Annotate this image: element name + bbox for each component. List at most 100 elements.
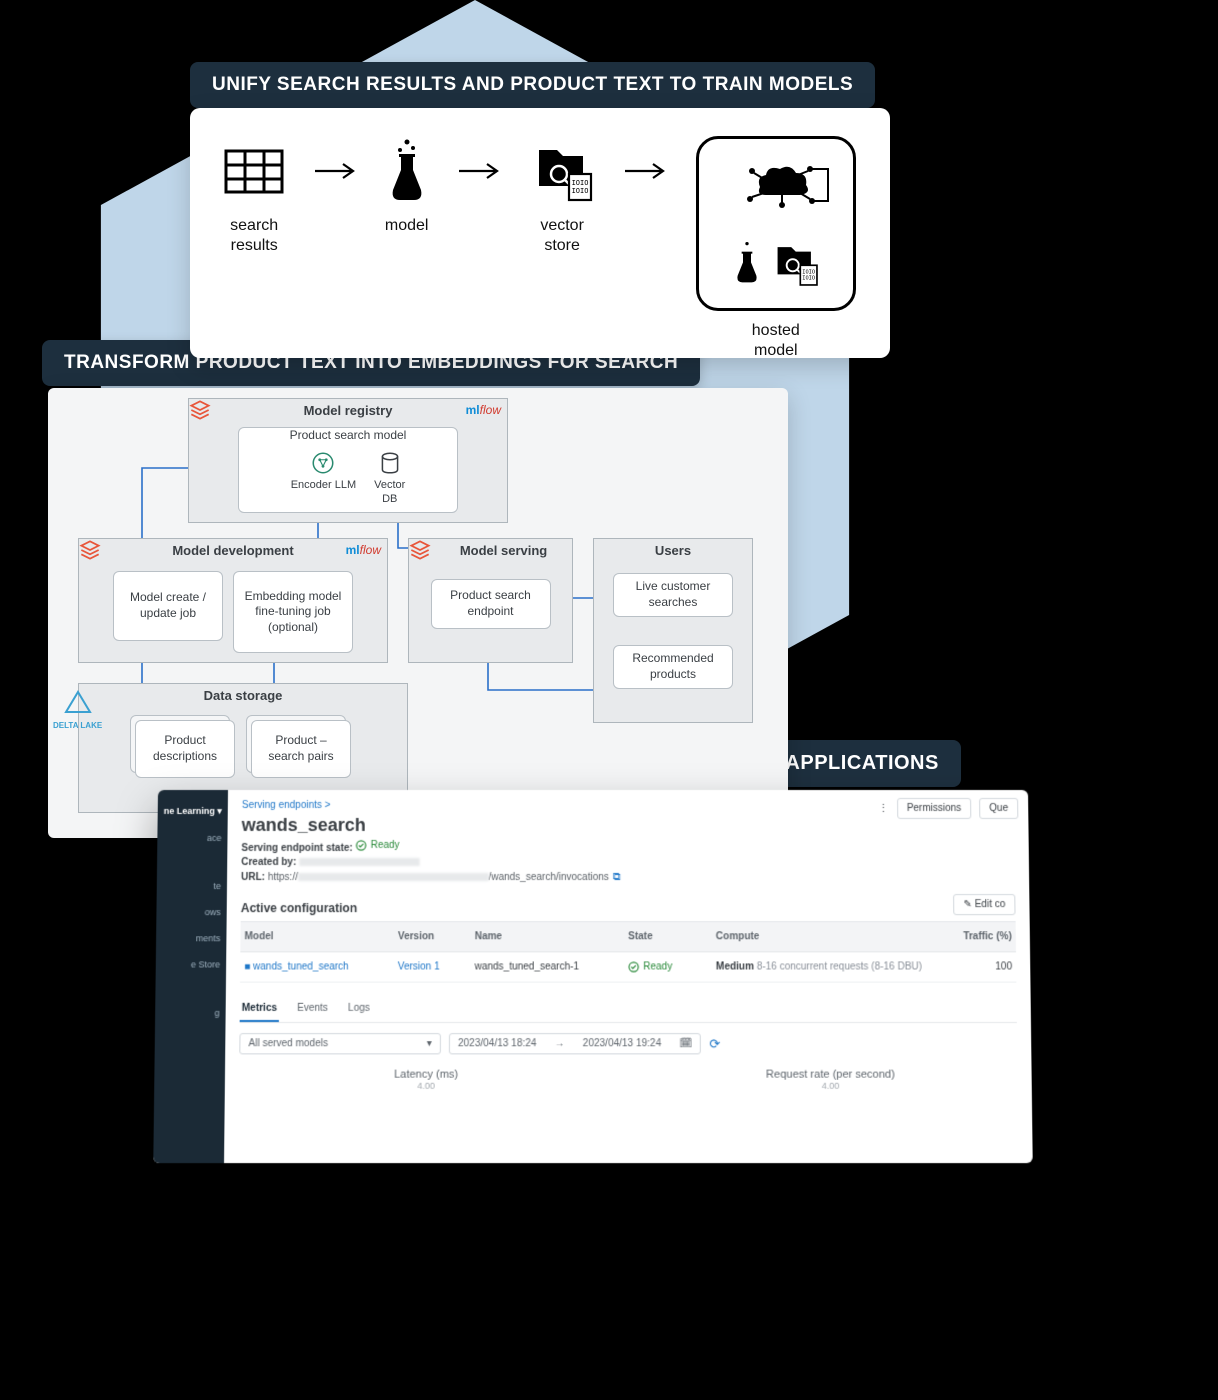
node-search-pairs: Product – search pairs [251,720,351,778]
chart-value: 4.00 [643,1081,1017,1091]
databricks-icon [77,537,103,563]
database-icon [377,450,403,476]
pipeline-vector-store: IOIOIOIO vector store [529,136,595,256]
sidebar-item[interactable]: te [157,873,227,899]
url-label: URL: [241,872,265,883]
serving-dashboard-panel: ne Learning ▾ ace te ows ments e Store g… [153,790,1032,1163]
pipeline-label: hosted model [752,321,800,361]
dashboard-main: ⋮ Permissions Que Serving endpoints > wa… [224,790,1033,1163]
dashboard-sidebar[interactable]: ne Learning ▾ ace te ows ments e Store g [153,790,228,1163]
architecture-panel: Model registry mlflow Product search mod… [48,388,788,838]
pipeline-model: model [385,136,429,236]
url-prefix: https:// [268,872,298,883]
delta-lake-label: DELTA LAKE [53,721,102,730]
node-product-search-endpoint: Product search endpoint [431,579,551,629]
tab-metrics[interactable]: Metrics [240,997,280,1022]
pipeline-panel: search results model IOIOIOIO vector sto… [190,108,890,358]
arrow-icon [313,136,357,206]
state-ready-pill: Ready [355,840,399,851]
compute-size: Medium [716,961,754,972]
section-title: Model serving [460,543,547,558]
model-link[interactable]: wands_tuned_search [253,961,349,972]
kebab-menu-icon[interactable]: ⋮ [878,802,889,815]
svg-text:IOIO: IOIO [802,270,815,276]
row-state-ready: Ready [628,961,716,972]
node-model-create-job: Model create / update job [113,571,223,641]
mlflow-tag: mlflow [346,543,381,557]
sidebar-item[interactable]: ments [156,925,227,951]
created-by-label: Created by: [241,857,296,868]
query-button[interactable]: Que [979,798,1018,819]
node-finetune-job: Embedding model fine-tuning job (optiona… [233,571,353,653]
tab-logs[interactable]: Logs [346,997,372,1022]
row-bullet: ■ [244,961,253,972]
svg-text:IOIO: IOIO [572,179,589,187]
encoder-llm-label: Encoder LLM [291,478,356,492]
section-title: Users [655,543,691,558]
section-model-registry: Model registry mlflow Product search mod… [188,398,508,523]
databricks-icon [187,397,213,423]
section-model-development: Model development mlflow Model create / … [78,538,388,663]
arrow-icon [623,136,667,206]
section-title: Data storage [204,688,283,703]
sidebar-item[interactable]: ows [156,899,227,925]
sidebar-item[interactable]: ace [157,825,227,851]
pipeline-hosted-model: IOIOIOIO hosted model [696,136,856,361]
cloud-network-icon [716,159,836,215]
brain-icon [310,450,336,476]
hosted-model-container: IOIOIOIO [696,136,856,311]
svg-text:IOIO: IOIO [802,276,815,282]
section-users: Users Live customer searches Recommended… [593,538,753,723]
sidebar-item[interactable]: g [155,1000,226,1026]
grid-icon [224,136,284,206]
served-models-select[interactable]: All served models▾ [239,1033,441,1054]
active-config-header: Active configuration [241,901,358,915]
chart-title: Latency (ms) [239,1069,613,1081]
arrow-icon [457,136,501,206]
chart-title: Request rate (per second) [643,1069,1017,1081]
time-range-picker[interactable]: 2023/04/13 18:24 → 2023/04/13 19:24 🗓 [449,1033,701,1054]
config-table-row[interactable]: ■ wands_tuned_search Version 1 wands_tun… [240,952,1016,982]
pipeline-label: model [385,216,429,236]
latency-chart: Latency (ms) 4.00 [239,1069,613,1091]
edit-config-button[interactable]: ✎ Edit co [953,894,1015,915]
section-title: Model registry [304,403,393,418]
config-table-header: ModelVersionNameStateComputeTraffic (%) [240,921,1016,952]
databricks-icon [407,537,433,563]
tab-events[interactable]: Events [295,997,330,1022]
banner-unify: UNIFY SEARCH RESULTS AND PRODUCT TEXT TO… [190,62,875,108]
compute-detail: 8-16 concurrent requests (8-16 DBU) [757,961,922,972]
state-label: Serving endpoint state: [241,843,352,854]
vector-db-label: Vector DB [374,478,405,507]
pipeline-search-results: search results [224,136,284,256]
created-by-redacted [299,858,419,866]
url-suffix: /wands_search/invocations [488,872,608,883]
node-live-searches: Live customer searches [613,573,733,617]
version-link[interactable]: Version 1 [398,961,475,972]
flask-icon [386,136,428,206]
metrics-tabs: Metrics Events Logs [240,997,1017,1023]
pipeline-label: vector store [540,216,584,256]
section-model-serving: Model serving Product search endpoint [408,538,573,663]
url-redacted [298,873,489,881]
refresh-icon[interactable]: ⟳ [709,1036,720,1052]
flask-icon [732,241,762,285]
sidebar-item[interactable]: e Store [156,951,227,977]
svg-text:IOIO: IOIO [572,187,589,195]
product-search-model-label: Product search model [290,428,407,444]
traffic-cell: 100 [935,961,1012,972]
node-product-descriptions: Product descriptions [135,720,235,778]
calendar-icon: 🗓 [679,1038,692,1049]
sidebar-header[interactable]: ne Learning ▾ [158,798,228,825]
permissions-button[interactable]: Permissions [897,798,972,819]
vector-store-icon: IOIOIOIO [770,238,820,288]
pipeline-label: search results [230,216,278,256]
copy-icon[interactable]: ⧉ [613,871,621,883]
request-rate-chart: Request rate (per second) 4.00 [643,1069,1017,1091]
chevron-down-icon: ▾ [427,1038,432,1049]
chart-value: 4.00 [239,1081,613,1091]
mlflow-tag: mlflow [466,403,501,417]
section-title: Model development [172,543,293,558]
vector-store-icon: IOIOIOIO [529,136,595,206]
delta-lake-icon [62,688,94,716]
